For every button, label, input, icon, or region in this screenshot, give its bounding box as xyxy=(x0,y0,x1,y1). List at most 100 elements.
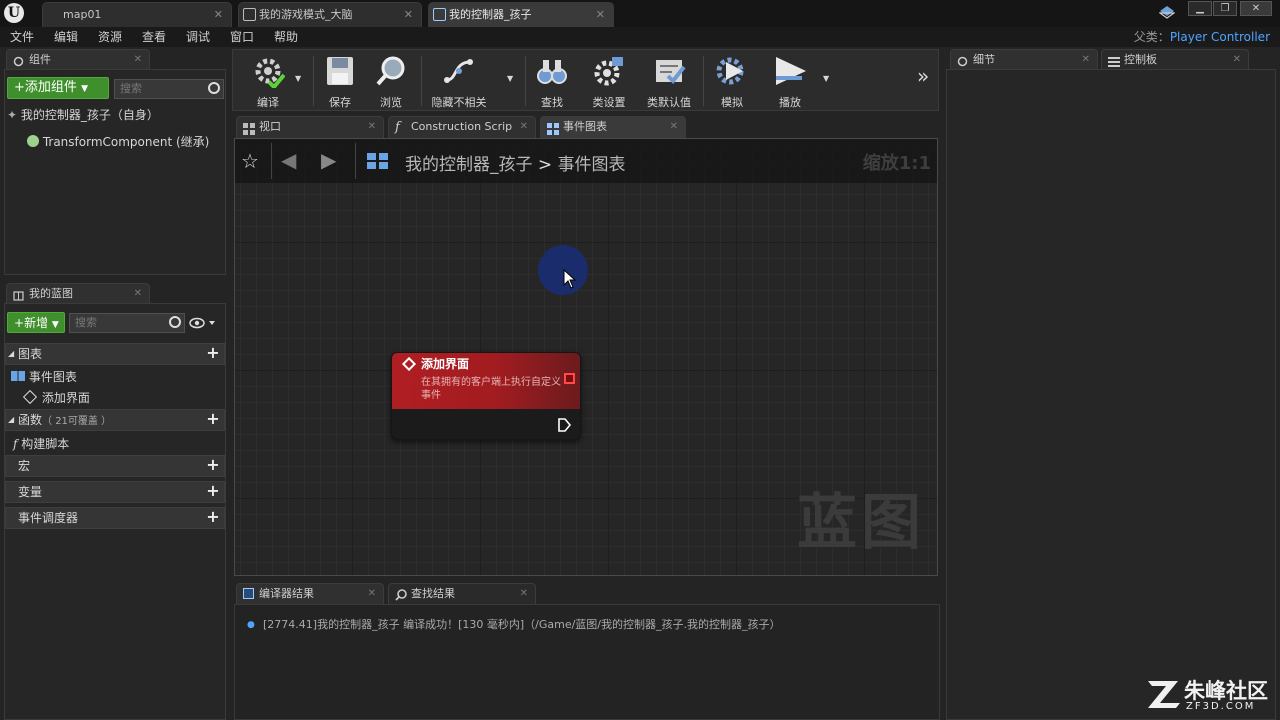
close-icon[interactable]: ✕ xyxy=(520,117,528,136)
close-icon[interactable]: ✕ xyxy=(670,117,678,136)
tab-label: Construction Scrip xyxy=(411,120,513,133)
favorite-star-icon[interactable]: ☆ xyxy=(241,149,259,173)
source-control-icon[interactable] xyxy=(1158,5,1176,19)
browse-button[interactable]: 浏览 xyxy=(367,54,415,110)
menu-debug[interactable]: 调试 xyxy=(186,27,210,47)
tab-my-blueprint[interactable]: 我的蓝图 ✕ xyxy=(6,283,150,303)
component-root[interactable]: ✦ 我的控制器_孩子（自身） xyxy=(7,106,159,123)
close-window-button[interactable]: ✕ xyxy=(1240,1,1272,16)
add-macro-plus-icon[interactable]: + xyxy=(206,457,220,473)
tree-event-graph[interactable]: 事件图表 xyxy=(11,368,77,385)
class-defaults-button[interactable]: 类默认值 xyxy=(641,54,697,110)
chevron-down-icon[interactable]: ▼ xyxy=(507,74,513,83)
close-icon[interactable]: ✕ xyxy=(404,3,413,26)
forward-arrow-icon[interactable]: ▶ xyxy=(321,148,336,172)
search-placeholder: 搜索 xyxy=(75,316,97,329)
component-transform[interactable]: TransformComponent (继承) xyxy=(27,133,209,150)
tab-viewport[interactable]: 视口 ✕ xyxy=(236,116,384,138)
compiler-log-line[interactable]: [2774.41]我的控制器_孩子 编译成功！[130 毫秒内]（/Game/蓝… xyxy=(263,616,781,632)
search-icon[interactable] xyxy=(169,316,181,328)
zf-logo-icon xyxy=(1148,681,1180,708)
close-icon[interactable]: ✕ xyxy=(214,3,223,26)
parent-class-label: 父类： xyxy=(1133,30,1170,44)
tree-event-add-ui[interactable]: 添加界面 xyxy=(22,389,90,406)
section-variables[interactable]: 变量 + xyxy=(5,481,225,503)
tab-compiler-results[interactable]: 编译器结果 ✕ xyxy=(236,583,384,604)
chevron-down-icon[interactable]: ▼ xyxy=(823,74,829,83)
unreal-logo-icon[interactable]: U xyxy=(4,3,24,23)
class-settings-button[interactable]: 类设置 xyxy=(583,54,635,110)
mouse-cursor-icon xyxy=(563,268,577,292)
add-new-button[interactable]: +新增 ▼ xyxy=(7,312,65,333)
event-graph-icon xyxy=(547,122,559,135)
back-arrow-icon[interactable]: ◀ xyxy=(281,148,296,172)
close-icon[interactable]: ✕ xyxy=(520,584,528,603)
exec-out-pin[interactable] xyxy=(556,417,572,436)
chevron-down-icon[interactable]: ▼ xyxy=(295,74,301,83)
save-label: 保存 xyxy=(329,96,351,109)
close-icon[interactable]: ✕ xyxy=(1233,50,1241,69)
close-icon[interactable]: ✕ xyxy=(1082,50,1090,69)
menu-window[interactable]: 窗口 xyxy=(230,27,254,47)
doc-tab-game-mode[interactable]: 我的游戏模式_大脑 ✕ xyxy=(238,2,422,27)
play-icon xyxy=(773,54,807,88)
tab-label: 编译器结果 xyxy=(259,587,314,600)
tab-components[interactable]: 组件 ✕ xyxy=(6,49,150,69)
add-function-plus-icon[interactable]: + xyxy=(206,411,220,427)
close-icon[interactable]: ✕ xyxy=(134,50,142,69)
add-dispatcher-plus-icon[interactable]: + xyxy=(206,509,220,525)
compile-button[interactable]: 编译 xyxy=(243,54,293,110)
menu-help[interactable]: 帮助 xyxy=(274,27,298,47)
menu-asset[interactable]: 资源 xyxy=(98,27,122,47)
add-component-button[interactable]: +添加组件 ▼ xyxy=(7,77,109,99)
tab-event-graph[interactable]: 事件图表 ✕ xyxy=(540,116,686,138)
section-label: 事件调度器 xyxy=(18,511,79,525)
maximize-button[interactable]: ❐ xyxy=(1213,1,1237,16)
chevron-down-icon: ▼ xyxy=(51,320,59,330)
gear-icon xyxy=(592,54,626,88)
simulate-button[interactable]: 模拟 xyxy=(709,54,755,110)
add-graph-plus-icon[interactable]: + xyxy=(206,345,220,361)
components-search-input[interactable]: 搜索 xyxy=(114,79,224,99)
parent-class-link[interactable]: Player Controller xyxy=(1170,30,1270,44)
tab-construction-script[interactable]: f Construction Scrip ✕ xyxy=(388,116,536,138)
custom-event-node[interactable]: 添加界面 在其拥有的客户端上执行自定义事件 xyxy=(391,352,581,440)
visibility-eye-icon[interactable] xyxy=(189,316,219,330)
add-variable-plus-icon[interactable]: + xyxy=(206,483,220,499)
blueprint-search-input[interactable]: 搜索 xyxy=(69,313,185,333)
search-icon[interactable] xyxy=(208,82,220,94)
tree-construction-script[interactable]: f 构建脚本 xyxy=(13,435,69,452)
section-functions[interactable]: ◢ 函数（ 21可覆盖 ） + xyxy=(5,409,225,431)
hide-unrelated-button[interactable]: 隐藏不相关 xyxy=(427,54,491,110)
close-icon[interactable]: ✕ xyxy=(368,117,376,136)
play-label: 播放 xyxy=(779,96,801,109)
site-url: ZF3D.COM xyxy=(1186,701,1256,712)
event-diamond-icon xyxy=(22,389,38,405)
section-graphs[interactable]: ◢ 图表 + xyxy=(5,343,225,365)
doc-tab-controller[interactable]: 我的控制器_孩子 ✕ xyxy=(428,2,614,27)
breadcrumb-divider xyxy=(355,143,356,179)
minimize-button[interactable]: ▁ xyxy=(1188,1,1212,16)
close-icon[interactable]: ✕ xyxy=(134,284,142,303)
section-dispatchers[interactable]: 事件调度器 + xyxy=(5,507,225,529)
menu-view[interactable]: 查看 xyxy=(142,27,166,47)
tab-find-results[interactable]: 查找结果 ✕ xyxy=(388,583,536,604)
close-icon[interactable]: ✕ xyxy=(368,584,376,603)
delegate-pin[interactable] xyxy=(564,373,575,384)
find-button[interactable]: 查找 xyxy=(529,54,575,110)
checklist-icon xyxy=(652,54,686,88)
menu-edit[interactable]: 编辑 xyxy=(54,27,78,47)
tab-details[interactable]: 细节 ✕ xyxy=(950,49,1098,69)
save-button[interactable]: 保存 xyxy=(317,54,363,110)
breadcrumb-root[interactable]: 我的控制器_孩子 xyxy=(405,155,533,175)
toolbar-overflow-icon[interactable]: » xyxy=(917,64,929,88)
doc-tab-map01[interactable]: map01 ✕ xyxy=(42,2,232,27)
search-placeholder: 搜索 xyxy=(120,82,142,95)
section-macros[interactable]: 宏 + xyxy=(5,455,225,477)
components-icon xyxy=(13,54,24,67)
play-button[interactable]: 播放 xyxy=(765,54,815,110)
close-icon[interactable]: ✕ xyxy=(596,3,605,26)
menu-file[interactable]: 文件 xyxy=(10,27,34,47)
tab-palette[interactable]: 控制板 ✕ xyxy=(1101,49,1249,69)
event-graph-canvas[interactable]: ☆ ◀ ▶ 我的控制器_孩子 > 事件图表 缩放1:1 添加界面 在其拥有的客户… xyxy=(234,138,938,576)
